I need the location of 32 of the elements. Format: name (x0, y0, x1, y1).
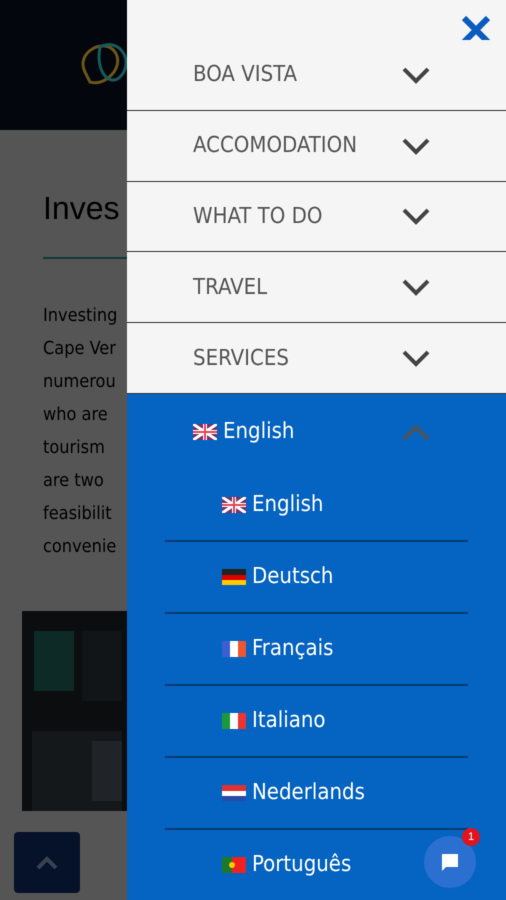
page-title: Inves (43, 190, 120, 227)
paragraph-line: are two (43, 469, 104, 493)
flag-icon (193, 424, 217, 440)
chevron-up-icon (401, 422, 431, 441)
flag-icon (222, 856, 246, 873)
paragraph-line: Investing (43, 304, 118, 328)
chevron-down-icon (401, 278, 431, 296)
paragraph-line: who are (43, 403, 108, 427)
language-option[interactable]: Italiano (222, 686, 326, 756)
language-option[interactable]: Nederlands (222, 758, 365, 828)
language-option[interactable]: Português (222, 830, 352, 900)
flag-icon (222, 712, 246, 729)
flag-icon (222, 640, 246, 657)
paragraph-line: tourism (43, 436, 105, 460)
language-selector[interactable]: English (127, 394, 506, 470)
chat-icon (440, 852, 460, 872)
chevron-down-icon (401, 136, 431, 155)
language-option[interactable]: Français (222, 614, 334, 684)
paragraph-line: numerou (43, 370, 116, 394)
paragraph-line: convenie (43, 535, 116, 559)
language-option[interactable]: Deutsch (222, 542, 334, 612)
menu-item[interactable]: BOA VISTA (127, 40, 506, 111)
paragraph-line: feasibilit (43, 502, 112, 526)
flag-icon (222, 784, 246, 801)
chevron-up-icon (35, 854, 59, 870)
flag-icon (222, 496, 246, 513)
chevron-down-icon (401, 207, 431, 226)
flag-icon (222, 568, 246, 585)
language-option[interactable]: English (222, 470, 324, 540)
chevron-down-icon (401, 66, 431, 84)
paragraph-line: Cape Ver (43, 337, 116, 361)
chevron-down-icon (401, 349, 431, 368)
